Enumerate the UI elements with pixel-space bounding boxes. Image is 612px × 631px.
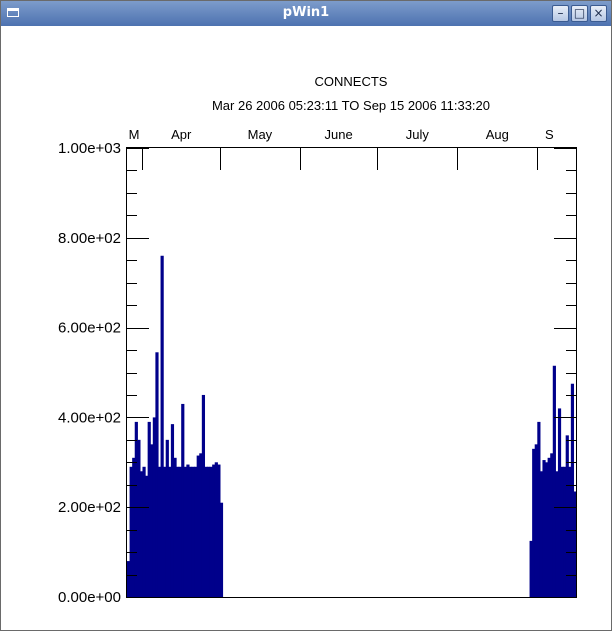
app-window: pWin1 – □ × CONNECTS Mar 26 2006 05:23:1…	[0, 0, 612, 631]
bar-series	[127, 255, 577, 598]
connects-chart: CONNECTS Mar 26 2006 05:23:11 TO Sep 15 …	[58, 74, 577, 606]
x-month-label: Aug	[486, 127, 509, 142]
y-tick-label: 2.00e+02	[58, 499, 121, 516]
minimize-button[interactable]: –	[552, 5, 569, 22]
y-tick-label: 4.00e+02	[58, 409, 121, 426]
y-tick-label: 8.00e+02	[58, 230, 121, 247]
x-month-label: Apr	[171, 127, 192, 142]
maximize-button[interactable]: □	[571, 5, 588, 22]
x-month-label: July	[406, 127, 430, 142]
y-axis-labels: 0.00e+00 2.00e+02 4.00e+02 6.00e+02 8.00e+02…	[58, 140, 121, 606]
x-axis-month-labels: M Apr May June July Aug S	[129, 127, 554, 142]
chart-subtitle: Mar 26 2006 05:23:11 TO Sep 15 2006 11:3…	[212, 98, 490, 113]
y-tick-label: 0.00e+00	[58, 589, 121, 606]
chart-title: CONNECTS	[315, 74, 388, 89]
close-button[interactable]: ×	[590, 5, 607, 22]
y-tick-label: 6.00e+02	[58, 320, 121, 337]
minimize-icon: –	[557, 6, 564, 20]
maximize-icon: □	[573, 6, 586, 20]
x-month-label: June	[324, 127, 352, 142]
plot-area: CONNECTS Mar 26 2006 05:23:11 TO Sep 15 …	[6, 26, 605, 624]
y-tick-label: 1.00e+03	[58, 140, 121, 157]
x-month-label: M	[129, 127, 140, 142]
bar	[219, 502, 224, 597]
close-icon: ×	[593, 6, 604, 20]
x-month-label: May	[248, 127, 273, 142]
window-title: pWin1	[282, 5, 330, 20]
x-month-label: S	[545, 127, 554, 142]
title-bar[interactable]: pWin1 – □ ×	[1, 1, 611, 26]
